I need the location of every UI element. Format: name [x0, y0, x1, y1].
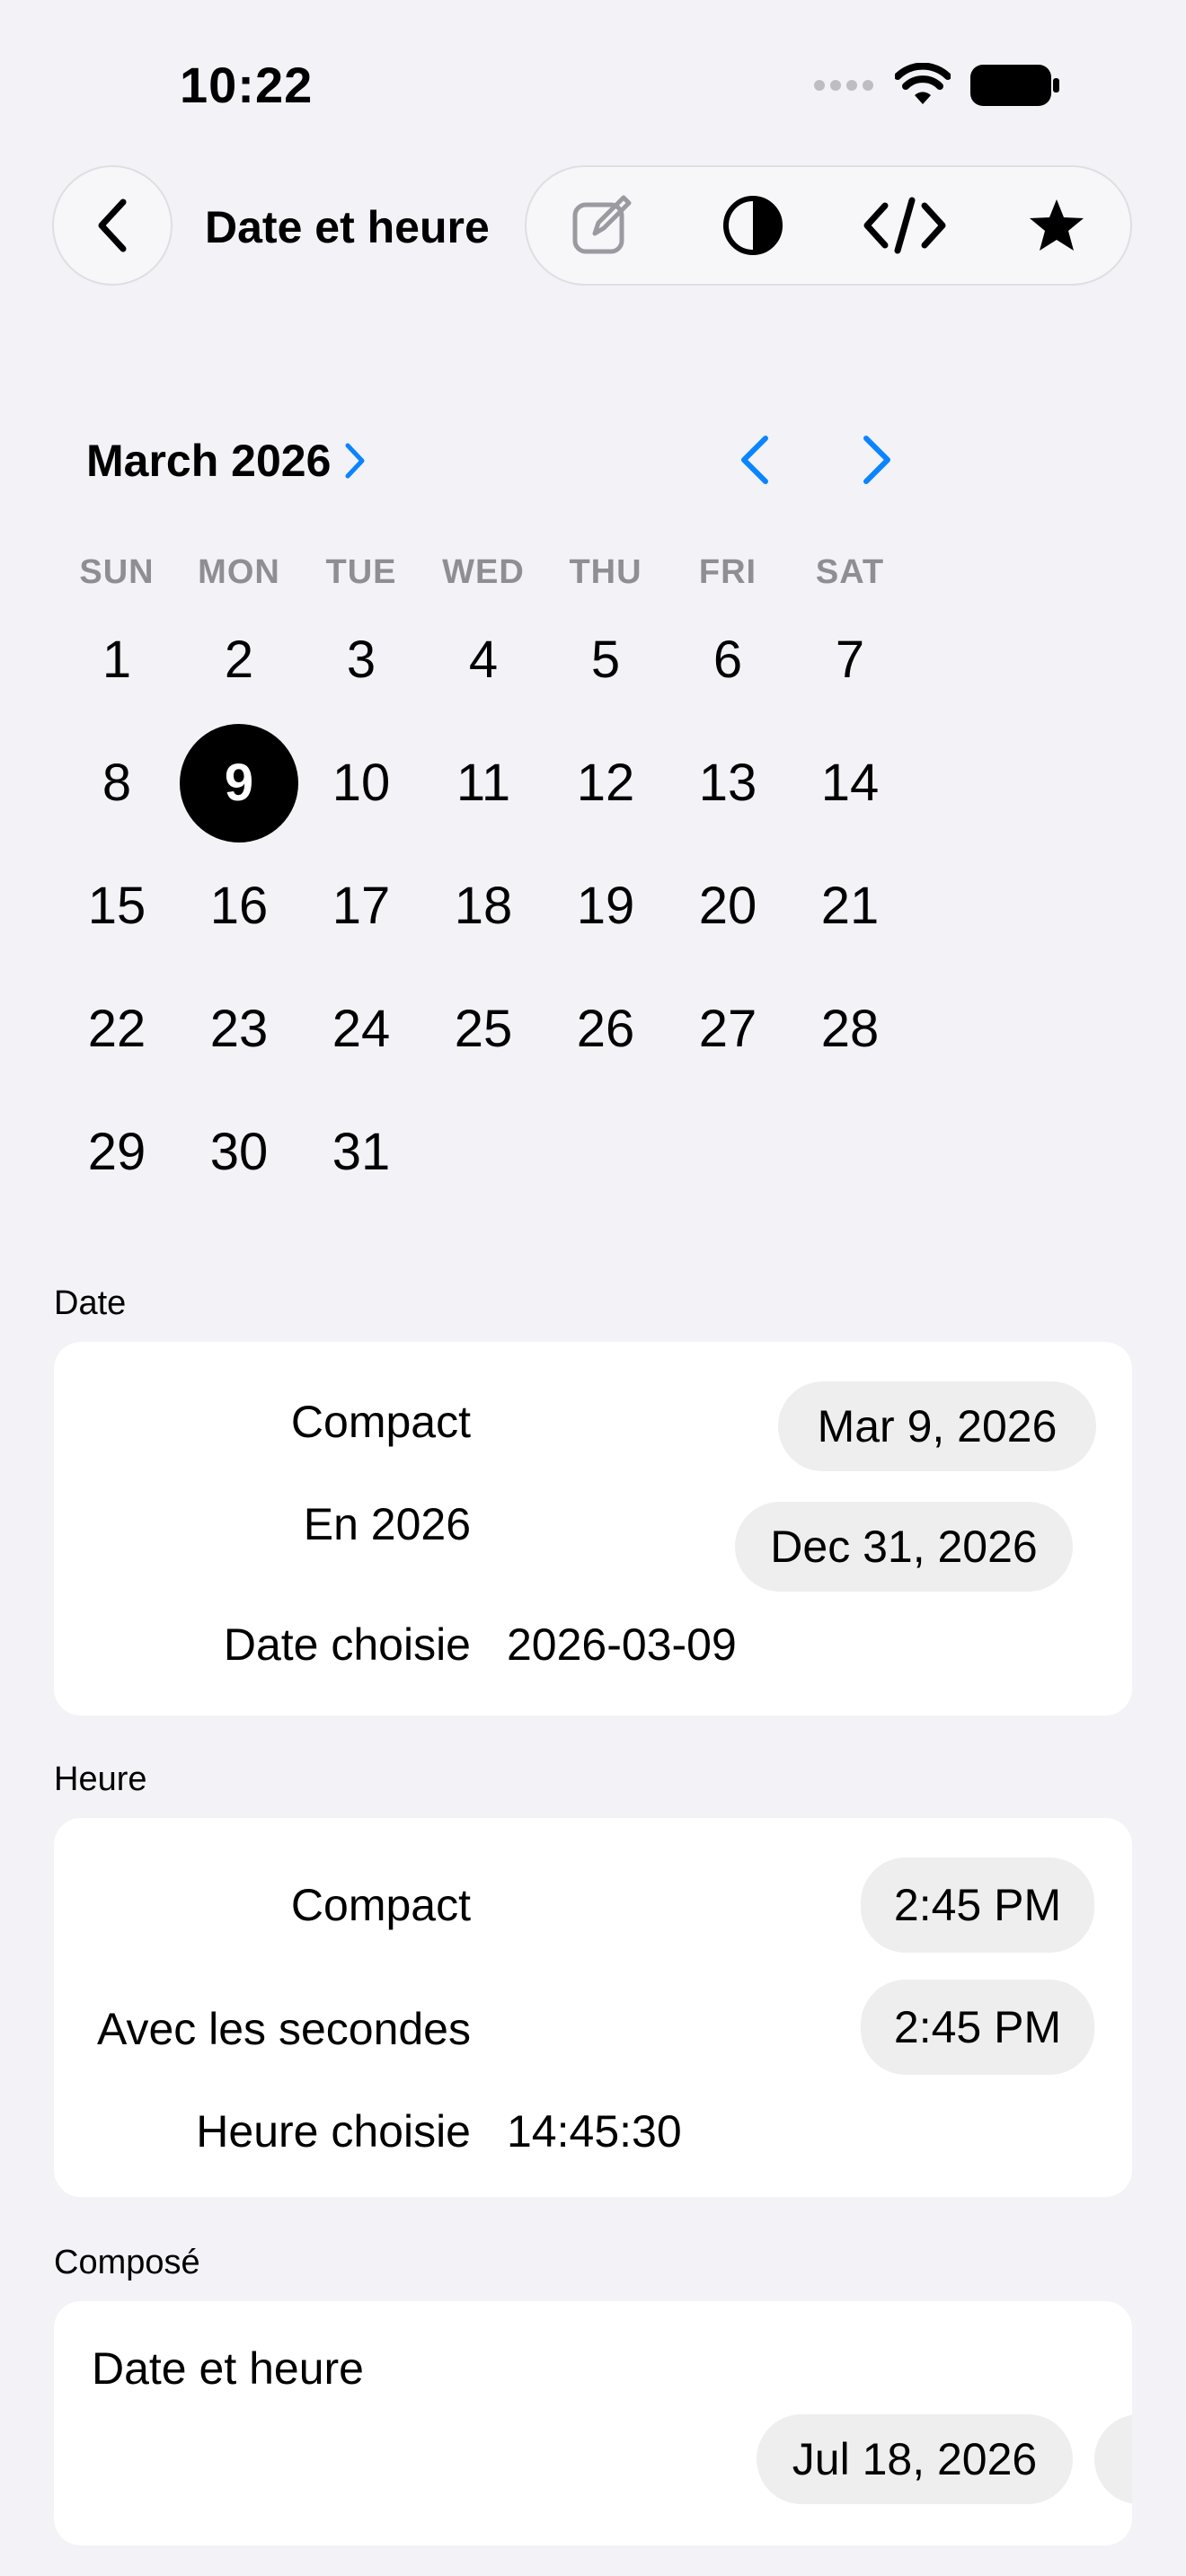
month-year-button[interactable]: March 2026 — [86, 435, 367, 487]
previous-month-button[interactable] — [728, 429, 782, 490]
chevron-left-icon — [98, 198, 127, 252]
section-header-date: Date — [54, 1284, 127, 1322]
year-date-label: En 2026 — [303, 1499, 471, 1549]
chevron-right-icon — [345, 443, 365, 479]
time-card: Compact 2:45 PM Avec les secondes 2:45 P… — [54, 1818, 1132, 2197]
section-header-time: Heure — [54, 1760, 147, 1798]
calendar-day[interactable]: 7 — [789, 598, 911, 721]
weekday-label: MON — [198, 553, 280, 591]
calendar-day[interactable]: 19 — [544, 844, 667, 967]
battery-icon — [970, 65, 1059, 106]
calendar-day[interactable]: 25 — [422, 967, 544, 1090]
calendar-day[interactable]: 15 — [56, 844, 178, 967]
status-icons — [812, 63, 1060, 108]
calendar-day-selected[interactable]: 9 — [178, 721, 300, 844]
calendar-day[interactable]: 6 — [667, 598, 789, 721]
calendar-day[interactable]: 4 — [422, 598, 544, 721]
calendar-day[interactable]: 30 — [178, 1090, 300, 1213]
calendar-day[interactable]: 26 — [544, 967, 667, 1090]
back-button[interactable] — [52, 165, 173, 286]
calendar-day[interactable]: 22 — [56, 967, 178, 1090]
compact-time-label: Compact — [290, 1880, 471, 1930]
section-header-composed: Composé — [54, 2244, 200, 2281]
calendar-day[interactable]: 14 — [789, 721, 911, 844]
calendar-day[interactable]: 29 — [56, 1090, 178, 1213]
calendar-day[interactable]: 12 — [544, 721, 667, 844]
appearance-button[interactable] — [708, 181, 798, 270]
calendar-day[interactable]: 5 — [544, 598, 667, 721]
date-card: Compact Mar 9, 2026 En 2026 Dec 31, 2026… — [54, 1342, 1132, 1716]
year-date-picker[interactable]: Dec 31, 2026 — [735, 1502, 1073, 1592]
chevron-left-icon — [741, 436, 768, 484]
page-title: Date et heure — [205, 202, 490, 252]
seconds-time-label: Avec les secondes — [97, 2004, 471, 2054]
month-title: March 2026 — [86, 436, 332, 486]
weekday-label: SAT — [815, 553, 885, 591]
composed-date-picker[interactable]: Jul 18, 2026 — [757, 2414, 1073, 2504]
calendar-day[interactable]: 8 — [56, 721, 178, 844]
calendar-day[interactable]: 17 — [300, 844, 422, 967]
composed-row-label: Date et heure — [92, 2343, 364, 2394]
calendar-day[interactable]: 23 — [178, 967, 300, 1090]
weekday-label: TUE — [325, 553, 397, 591]
calendar-day[interactable]: 20 — [667, 844, 789, 967]
calendar-day[interactable]: 28 — [789, 967, 911, 1090]
code-icon — [863, 197, 945, 254]
calendar-day[interactable]: 21 — [789, 844, 911, 967]
contrast-icon — [722, 196, 783, 255]
compact-date-picker[interactable]: Mar 9, 2026 — [778, 1381, 1096, 1471]
calendar-day[interactable]: 18 — [422, 844, 544, 967]
composed-card: Date et heure Jul 18, 2026 — [54, 2301, 1132, 2545]
edit-icon — [572, 195, 631, 254]
calendar-day[interactable]: 10 — [300, 721, 422, 844]
edit-button[interactable] — [556, 181, 646, 270]
chevron-right-icon — [863, 436, 890, 484]
composed-time-picker[interactable] — [1094, 2414, 1132, 2504]
chosen-date-label: Date choisie — [223, 1619, 471, 1670]
status-time: 10:22 — [180, 57, 314, 113]
toolbar — [525, 165, 1132, 286]
calendar-day[interactable]: 24 — [300, 967, 422, 1090]
calendar-day[interactable]: 3 — [300, 598, 422, 721]
chosen-time-label: Heure choisie — [196, 2106, 471, 2157]
chosen-date-value: 2026-03-09 — [507, 1619, 737, 1670]
calendar-day[interactable]: 27 — [667, 967, 789, 1090]
star-icon — [1029, 199, 1084, 251]
code-button[interactable] — [860, 181, 950, 270]
compact-time-picker[interactable]: 2:45 PM — [861, 1857, 1094, 1953]
cellular-signal-icon — [814, 80, 873, 91]
weekday-label: THU — [569, 553, 642, 591]
calendar-day[interactable]: 16 — [178, 844, 300, 967]
seconds-time-picker[interactable]: 2:45 PM — [861, 1980, 1094, 2075]
weekday-label: FRI — [698, 553, 757, 591]
calendar-grid: 1 2 3 4 5 6 7 8 9 10 11 12 13 14 15 16 1… — [56, 598, 911, 1213]
favorite-button[interactable] — [1012, 181, 1102, 270]
next-month-button[interactable] — [850, 429, 904, 490]
chosen-time-value: 14:45:30 — [507, 2106, 682, 2157]
weekday-label: WED — [442, 553, 525, 591]
calendar-day[interactable]: 13 — [667, 721, 789, 844]
wifi-icon — [895, 63, 951, 104]
calendar-day[interactable]: 31 — [300, 1090, 422, 1213]
calendar-day[interactable]: 1 — [56, 598, 178, 721]
weekday-label: SUN — [79, 553, 155, 591]
calendar-day[interactable]: 11 — [422, 721, 544, 844]
calendar-day[interactable]: 2 — [178, 598, 300, 721]
compact-date-label: Compact — [290, 1397, 471, 1447]
weekday-header: SUN MON TUE WED THU FRI SAT — [56, 553, 911, 592]
